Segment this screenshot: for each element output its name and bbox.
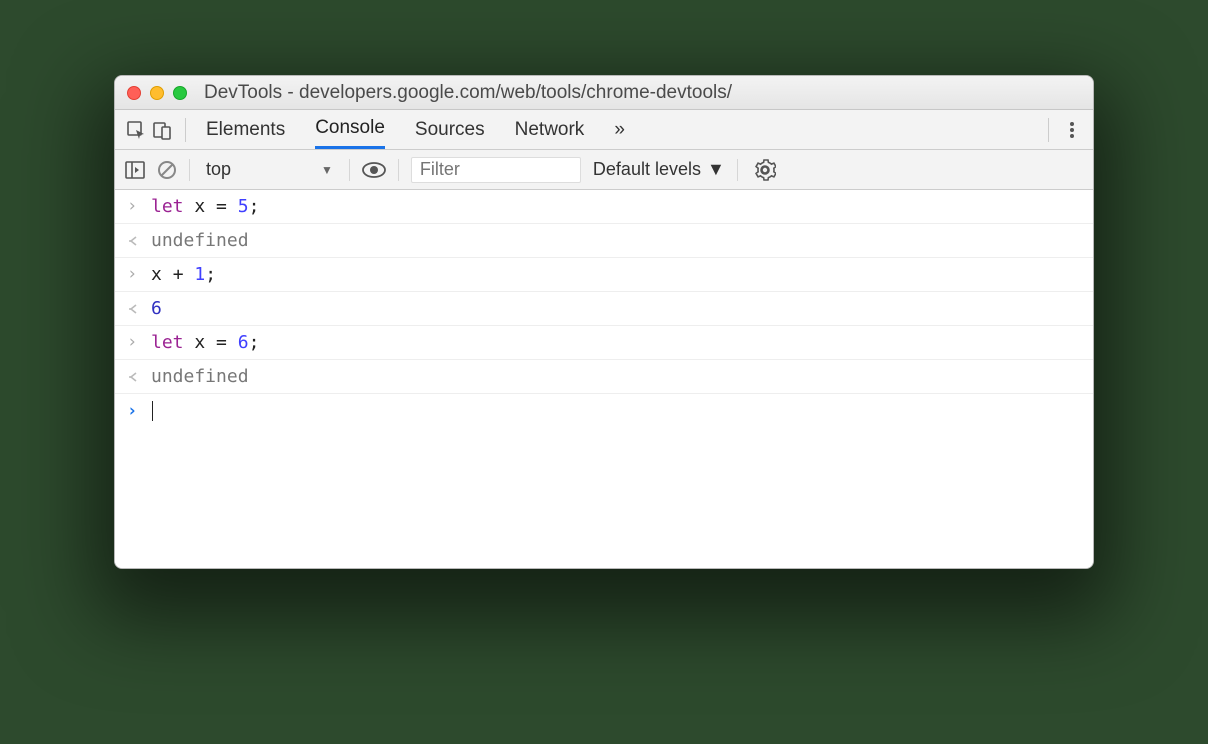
console-input-row[interactable]: › x + 1; — [115, 258, 1093, 292]
tabs-overflow[interactable]: » — [614, 110, 625, 149]
separator — [1048, 118, 1049, 142]
toggle-sidebar-icon[interactable] — [125, 161, 145, 179]
console-toolbar: top ▼ Default levels ▼ — [115, 150, 1093, 190]
tabs: Elements Console Sources Network » — [196, 110, 635, 149]
console-output-row: undefined — [115, 360, 1093, 394]
console-output-row: 6 — [115, 292, 1093, 326]
tab-console[interactable]: Console — [315, 110, 385, 149]
chevron-down-icon: ▼ — [321, 163, 333, 177]
console-input-row[interactable]: › let x = 5; — [115, 190, 1093, 224]
output-arrow-icon — [127, 234, 141, 248]
console-prompt[interactable]: › — [115, 394, 1093, 428]
console-input-row[interactable]: › let x = 6; — [115, 326, 1093, 360]
log-levels-select[interactable]: Default levels ▼ — [593, 159, 725, 180]
gear-icon[interactable] — [754, 159, 776, 181]
separator — [349, 159, 350, 181]
separator — [189, 159, 190, 181]
clear-console-icon[interactable] — [157, 160, 177, 180]
separator — [398, 159, 399, 181]
output-arrow-icon — [127, 370, 141, 384]
device-toolbar-icon[interactable] — [149, 117, 175, 143]
minimize-icon[interactable] — [150, 86, 164, 100]
maximize-icon[interactable] — [173, 86, 187, 100]
live-expression-icon[interactable] — [362, 162, 386, 178]
code-content: 6 — [151, 300, 162, 318]
input-arrow-icon: › — [127, 334, 141, 351]
tab-network[interactable]: Network — [515, 110, 585, 149]
code-content: undefined — [151, 368, 249, 386]
separator — [737, 159, 738, 181]
console-output-row: undefined — [115, 224, 1093, 258]
tab-sources[interactable]: Sources — [415, 110, 485, 149]
inspect-element-icon[interactable] — [123, 117, 149, 143]
titlebar: DevTools - developers.google.com/web/too… — [115, 76, 1093, 110]
cursor — [152, 401, 153, 421]
prompt-arrow-icon: › — [127, 403, 141, 420]
chevron-down-icon: ▼ — [707, 159, 725, 180]
empty-area[interactable] — [115, 428, 1093, 568]
code-content: let x = 6; — [151, 334, 259, 352]
code-content: undefined — [151, 232, 249, 250]
levels-label: Default levels — [593, 159, 701, 180]
context-label: top — [206, 159, 231, 180]
output-arrow-icon — [127, 302, 141, 316]
kebab-menu-icon[interactable] — [1059, 117, 1085, 143]
input-arrow-icon: › — [127, 266, 141, 283]
code-content: let x = 5; — [151, 198, 259, 216]
devtools-window: DevTools - developers.google.com/web/too… — [114, 75, 1094, 569]
window-title: DevTools - developers.google.com/web/too… — [204, 82, 732, 104]
input-arrow-icon: › — [127, 198, 141, 215]
tab-elements[interactable]: Elements — [206, 110, 285, 149]
execution-context-select[interactable]: top ▼ — [202, 157, 337, 182]
devtools-tabbar: Elements Console Sources Network » — [115, 110, 1093, 150]
separator — [185, 118, 186, 142]
filter-input[interactable] — [411, 157, 581, 183]
traffic-lights — [127, 86, 187, 100]
close-icon[interactable] — [127, 86, 141, 100]
console-body: › let x = 5; undefined › x + 1; 6 › let x = 6; u… — [115, 190, 1093, 428]
code-content: x + 1; — [151, 266, 216, 284]
